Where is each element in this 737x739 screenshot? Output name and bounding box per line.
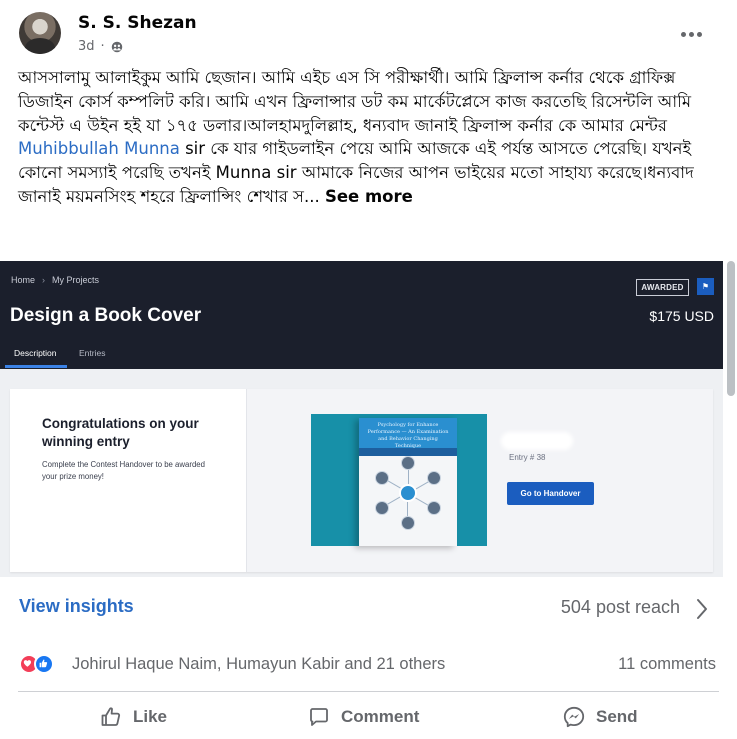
view-insights-link[interactable]: View insights — [19, 596, 134, 617]
post-meta: 3d · — [78, 39, 123, 54]
cover-photo-circle — [375, 471, 389, 485]
contest-prize: $175 USD — [649, 308, 714, 324]
messenger-icon — [563, 706, 585, 728]
post-card: S. S. Shezan 3d · আসসালামু আলাইকুম আমি ছ… — [0, 0, 737, 739]
post-text-part: আসসালামু আলাইকুম আমি ছেজান। আমি এইচ এস স… — [18, 68, 692, 135]
cover-photo-circle — [401, 456, 415, 470]
breadcrumb: Home › My Projects — [11, 275, 99, 285]
breadcrumb-chevron-icon: › — [42, 275, 46, 285]
cover-photo-circle — [375, 501, 389, 515]
breadcrumb-projects: My Projects — [52, 275, 100, 285]
flag-icon: ⚑ — [697, 278, 714, 295]
book-cover-header: Psychology for Enhance Performance — An … — [359, 418, 457, 449]
divider — [18, 691, 719, 692]
awarded-badge: AWARDED — [636, 279, 689, 296]
send-label: Send — [596, 707, 638, 726]
like-reaction-icon — [34, 654, 54, 674]
cover-photo-circle — [427, 471, 441, 485]
comment-icon — [310, 708, 328, 726]
like-button[interactable]: Like — [99, 699, 167, 735]
contest-header: Home › My Projects AWARDED ⚑ Design a Bo… — [0, 261, 723, 369]
send-button[interactable]: Send — [562, 699, 638, 735]
dot-separator: · — [100, 39, 105, 54]
mentor-mention-link[interactable]: Muhibbullah Munna — [18, 139, 180, 158]
see-more-link[interactable]: See more — [325, 187, 413, 206]
tab-description: Description — [14, 348, 57, 358]
cover-photo-circle — [401, 516, 415, 530]
post-reach[interactable]: 504 post reach — [490, 597, 680, 618]
book-cover-image: Psychology for Enhance Performance — An … — [359, 418, 457, 546]
audience-friends-icon[interactable] — [111, 41, 123, 53]
avatar[interactable] — [19, 12, 61, 54]
comment-label: Comment — [341, 707, 420, 726]
book-cover-band — [359, 448, 457, 456]
book-cover-text: Psychology for Enhance Performance — An … — [367, 422, 449, 449]
congrats-panel: Congratulations on your winning entry Co… — [10, 389, 247, 572]
cover-photo-circle — [427, 501, 441, 515]
entry-number: Entry # 38 — [509, 453, 546, 462]
comments-count[interactable]: 11 comments — [560, 655, 716, 674]
like-label: Like — [133, 707, 168, 726]
entry-panel: Psychology for Enhance Performance — An … — [247, 389, 713, 572]
book-cover-thumbnail: Psychology for Enhance Performance — An … — [311, 414, 487, 546]
comment-button[interactable]: Comment — [307, 699, 419, 735]
active-tab-indicator — [5, 365, 67, 368]
more-options-icon[interactable] — [676, 24, 706, 44]
blurred-entry-name — [501, 432, 573, 450]
thumbs-up-icon — [101, 707, 121, 726]
post-text: আসসালামু আলাইকুম আমি ছেজান। আমি এইচ এস স… — [18, 66, 723, 209]
handover-note: Complete the Contest Handover to be awar… — [42, 460, 205, 481]
go-to-handover-button: Go to Handover — [507, 482, 594, 505]
tab-entries: Entries — [79, 348, 106, 358]
scrollbar[interactable] — [727, 261, 735, 396]
contest-title: Design a Book Cover — [10, 305, 202, 326]
author-name[interactable]: S. S. Shezan — [78, 13, 197, 33]
chevron-right-icon[interactable] — [694, 597, 710, 621]
reaction-icons[interactable] — [19, 653, 67, 675]
congrats-title: Congratulations on your winning entry — [42, 416, 199, 449]
cover-logo-hub — [399, 484, 417, 502]
winning-entry-card: Congratulations on your winning entry Co… — [10, 389, 713, 572]
attached-image[interactable]: Home › My Projects AWARDED ⚑ Design a Bo… — [0, 261, 723, 577]
breadcrumb-home: Home — [11, 275, 36, 285]
reactors-summary[interactable]: Johirul Haque Naim, Humayun Kabir and 21… — [72, 655, 445, 674]
post-time[interactable]: 3d — [78, 39, 95, 54]
